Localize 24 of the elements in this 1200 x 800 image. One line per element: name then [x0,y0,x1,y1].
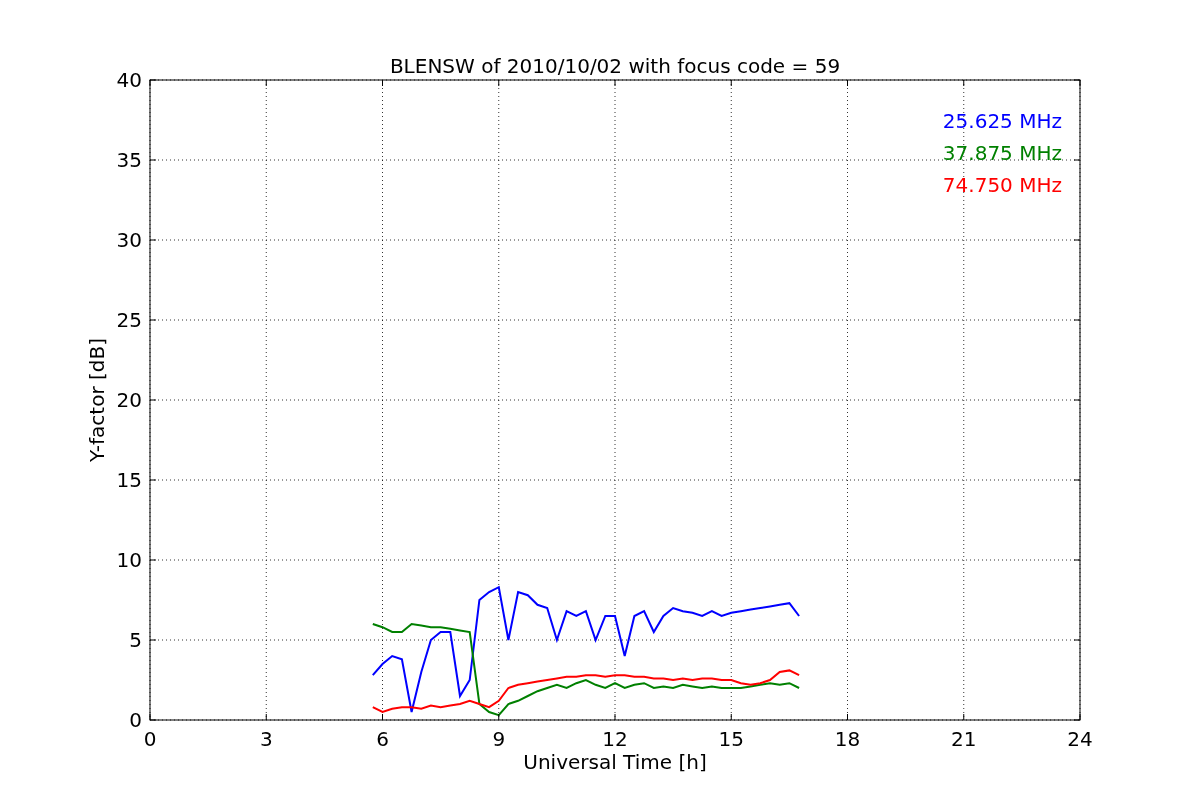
y-tick-label: 35 [116,148,142,172]
y-tick-label: 5 [129,628,142,652]
x-tick-label: 18 [834,727,861,751]
y-tick-label: 25 [116,308,142,332]
x-tick-label: 24 [1067,727,1093,751]
y-axis-label: Y-factor [dB] [85,338,109,462]
x-axis-label: Universal Time [h] [523,750,707,774]
x-tick-label: 3 [259,727,273,751]
x-tick-label: 15 [718,727,744,751]
y-tick-label: 40 [116,68,142,92]
legend-label: 74.750 MHz [942,173,1062,197]
y-tick-label: 10 [116,548,142,572]
y-tick-label: 20 [116,388,142,412]
y-tick-label: 30 [116,228,142,252]
x-tick-label: 21 [951,727,977,751]
chart-title: BLENSW of 2010/10/02 with focus code = 59 [389,54,841,78]
legend-label: 37.875 MHz [942,141,1062,165]
x-tick-label: 6 [376,727,389,751]
legend-label: 25.625 MHz [942,109,1062,133]
x-tick-label: 0 [143,727,157,751]
y-tick-label: 15 [116,468,142,492]
x-tick-label: 12 [602,727,628,751]
x-tick-label: 9 [492,727,506,751]
y-tick-label: 0 [129,708,142,732]
